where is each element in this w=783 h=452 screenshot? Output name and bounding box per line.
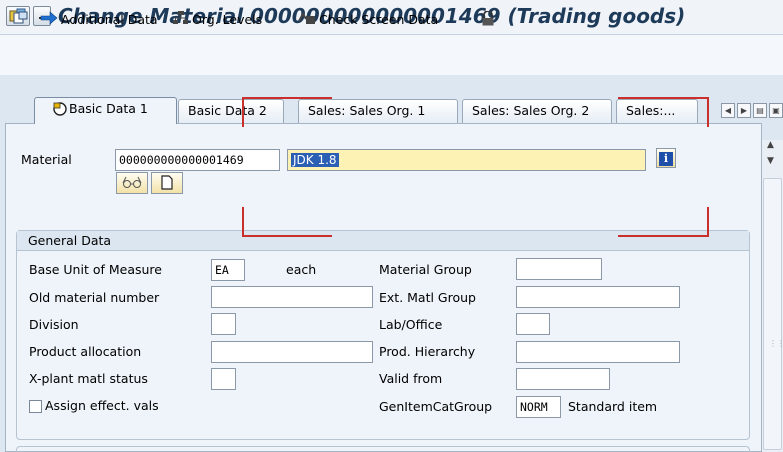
ext-matl-group-label: Ext. Matl Group — [379, 290, 476, 305]
gen-item-cat-group-text: Standard item — [568, 399, 658, 414]
basic-data-icon — [53, 101, 67, 123]
tab-sales-more[interactable]: Sales:... — [616, 99, 698, 123]
glasses-display-button[interactable] — [116, 172, 148, 194]
tab-basic-data-2[interactable]: Basic Data 2 — [178, 99, 284, 123]
division-input[interactable] — [211, 313, 236, 335]
scroll-up-arrow[interactable]: ▲ — [767, 140, 774, 150]
prod-hierarchy-label: Prod. Hierarchy — [379, 344, 476, 359]
base-unit-input[interactable]: EA — [211, 259, 245, 281]
scroll-down-arrow[interactable]: ▼ — [767, 156, 774, 166]
tab-scroll-right-button[interactable]: ▶ — [737, 103, 751, 118]
other-object-icon — [13, 11, 29, 31]
tab-scroll-left-button[interactable]: ◀ — [721, 103, 735, 118]
additional-data-label: Additional Data — [61, 12, 158, 27]
info-icon: i — [659, 152, 673, 166]
other-material-button[interactable] — [13, 11, 32, 29]
org-levels-button[interactable]: Org. Levels — [173, 11, 262, 29]
material-number-field[interactable]: 000000000000001469 — [115, 149, 280, 171]
check-screen-data-button[interactable]: Check Screen Data — [298, 11, 438, 29]
application-toolbar — [0, 35, 783, 75]
tab-list-button[interactable]: ▤ — [753, 103, 767, 118]
tab-label: Basic Data 1 — [69, 101, 148, 116]
assign-effect-vals-label: Assign effect. vals — [45, 398, 159, 413]
lock-button[interactable] — [481, 10, 498, 32]
old-material-number-label: Old material number — [29, 290, 160, 305]
additional-data-button[interactable]: Additional Data — [40, 11, 158, 29]
gen-item-cat-group-input[interactable]: NORM — [516, 396, 561, 418]
scroll-thumb[interactable]: ⋮⋮ — [763, 178, 783, 450]
x-plant-status-label: X-plant matl status — [29, 371, 148, 386]
material-group-input[interactable] — [516, 258, 602, 280]
prod-hierarchy-input[interactable] — [516, 341, 680, 363]
general-data-title: General Data — [28, 233, 112, 248]
tab-basic-data-1[interactable]: Basic Data 1 — [34, 97, 177, 124]
tab-label: Sales: Sales Org. 1 — [308, 103, 426, 118]
old-material-number-input[interactable] — [211, 286, 373, 308]
check-screen-data-label: Check Screen Data — [319, 12, 439, 27]
product-allocation-label: Product allocation — [29, 344, 142, 359]
division-label: Division — [29, 317, 79, 332]
tab-extra-button[interactable]: ▣ — [769, 103, 783, 118]
general-data-header: General Data — [17, 231, 749, 251]
next-group-edge — [16, 446, 750, 452]
assign-effect-vals-checkbox[interactable] — [29, 400, 42, 413]
material-group-label: Material Group — [379, 262, 472, 277]
tab-label: Sales: Sales Org. 2 — [472, 103, 590, 118]
tab-label: Basic Data 2 — [188, 103, 267, 118]
base-unit-label: Base Unit of Measure — [29, 262, 162, 277]
info-button[interactable]: i — [656, 148, 676, 168]
glasses-icon — [121, 175, 143, 194]
valid-from-input[interactable] — [516, 368, 610, 390]
lab-office-input[interactable] — [516, 313, 550, 335]
x-plant-status-input[interactable] — [211, 368, 236, 390]
material-description-input[interactable]: JDK 1.8 — [287, 149, 646, 171]
org-structure-icon — [173, 11, 189, 31]
tab-sales-org-1[interactable]: Sales: Sales Org. 1 — [298, 99, 458, 123]
lock-icon — [481, 10, 495, 32]
arrow-right-icon — [40, 11, 58, 31]
ext-matl-group-input[interactable] — [516, 286, 680, 308]
gen-item-cat-group-label: GenItemCatGroup — [379, 399, 493, 414]
material-description-value: JDK 1.8 — [291, 153, 339, 167]
check-data-icon — [298, 11, 316, 31]
tab-sales-org-2[interactable]: Sales: Sales Org. 2 — [462, 99, 612, 123]
base-unit-text: each — [286, 262, 317, 277]
document-icon — [161, 175, 173, 195]
valid-from-label: Valid from — [379, 371, 443, 386]
vertical-scrollbar[interactable]: ▲ ▼ ⋮⋮ — [762, 140, 783, 452]
org-levels-label: Org. Levels — [192, 12, 263, 27]
material-label: Material — [21, 152, 72, 167]
tab-label: Sales:... — [626, 103, 676, 118]
lab-office-label: Lab/Office — [379, 317, 443, 332]
product-allocation-input[interactable] — [211, 341, 373, 363]
long-text-button[interactable] — [151, 172, 183, 194]
